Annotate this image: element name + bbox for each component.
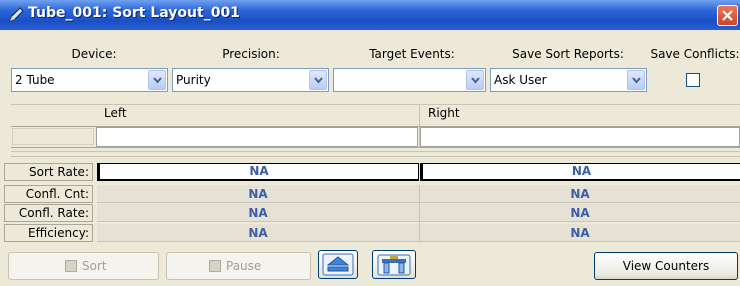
confl-rate-left-value: NA	[97, 204, 419, 222]
pencil-icon	[8, 7, 24, 23]
view-counters-label: View Counters	[622, 259, 710, 273]
left-header: Left	[104, 106, 127, 120]
chevron-down-icon[interactable]	[309, 70, 327, 90]
sort-icon	[65, 260, 77, 272]
pause-icon	[209, 260, 221, 272]
view-counters-button[interactable]: View Counters	[594, 252, 738, 280]
confl-rate-right-value: NA	[420, 204, 740, 222]
efficiency-label: Efficiency:	[4, 224, 93, 242]
title-bar[interactable]: Tube_001: Sort Layout_001	[0, 0, 740, 30]
divider	[11, 156, 740, 157]
column-divider	[419, 185, 420, 243]
sort-rate-label: Sort Rate:	[4, 163, 93, 181]
close-button[interactable]	[717, 5, 738, 26]
device-value: 2 Tube	[15, 73, 55, 87]
target-events-select[interactable]	[333, 68, 486, 92]
pause-button[interactable]: Pause	[166, 252, 311, 280]
sort-button[interactable]: Sort	[8, 252, 159, 280]
save-sort-reports-select[interactable]: Ask User	[490, 68, 647, 92]
chevron-down-icon[interactable]	[627, 70, 645, 90]
row-header-cell	[12, 128, 94, 145]
sort-layout-window: Tube_001: Sort Layout_001 Device: Precis…	[0, 0, 740, 286]
sort-rate-left-value: NA	[97, 163, 419, 181]
confl-cnt-label: Confl. Cnt:	[4, 185, 93, 203]
save-sort-reports-label: Save Sort Reports:	[512, 47, 624, 61]
precision-label: Precision:	[222, 47, 280, 61]
right-header: Right	[428, 106, 460, 120]
eject-button[interactable]	[318, 250, 358, 279]
confl-cnt-left-value: NA	[97, 185, 419, 203]
efficiency-left-value: NA	[97, 224, 419, 242]
chevron-down-icon[interactable]	[148, 70, 166, 90]
device-select[interactable]: 2 Tube	[11, 68, 168, 92]
target-events-label: Target Events:	[369, 47, 455, 61]
tube-holder-button[interactable]	[372, 250, 416, 279]
save-sort-reports-value: Ask User	[494, 73, 547, 87]
sort-rate-right-value: NA	[420, 163, 740, 181]
confl-cnt-right-value: NA	[420, 185, 740, 203]
left-gate-field[interactable]	[96, 127, 418, 147]
efficiency-right-value: NA	[420, 224, 740, 242]
precision-value: Purity	[176, 73, 211, 87]
precision-select[interactable]: Purity	[172, 68, 329, 92]
confl-rate-label: Confl. Rate:	[4, 204, 93, 222]
save-conflicts-label: Save Conflicts:	[650, 47, 740, 61]
chevron-down-icon[interactable]	[466, 70, 484, 90]
divider	[11, 151, 740, 152]
device-label: Device:	[71, 47, 117, 61]
save-conflicts-checkbox[interactable]	[686, 73, 700, 87]
divider	[11, 104, 740, 105]
window-title: Tube_001: Sort Layout_001	[28, 5, 240, 21]
right-gate-field[interactable]	[420, 127, 740, 147]
